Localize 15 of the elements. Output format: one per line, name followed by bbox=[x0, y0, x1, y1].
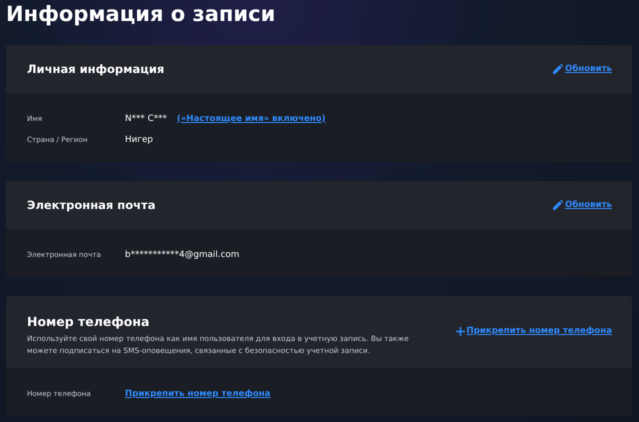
update-link[interactable]: Обновить bbox=[552, 64, 612, 74]
section-title: Номер телефона bbox=[27, 314, 150, 329]
section-title: Электронная почта bbox=[27, 198, 156, 212]
field-value: Нигер bbox=[125, 134, 153, 144]
pencil-icon bbox=[552, 64, 563, 74]
update-link[interactable]: Обновить bbox=[552, 200, 612, 210]
section-title: Личная информация bbox=[27, 62, 164, 76]
field-value: N*** C*** bbox=[125, 114, 167, 124]
pencil-icon bbox=[552, 200, 563, 210]
real-name-link[interactable]: («Настоящее имя» включено) bbox=[176, 114, 326, 124]
page-title: Информация о записи bbox=[6, 1, 276, 28]
attach-link[interactable]: Прикрепить номер телефона bbox=[125, 388, 270, 398]
field-value: b***********4@gmail.com bbox=[125, 250, 240, 260]
plus-icon bbox=[456, 326, 465, 336]
attach-link[interactable]: Прикрепить номер телефона bbox=[456, 326, 612, 336]
